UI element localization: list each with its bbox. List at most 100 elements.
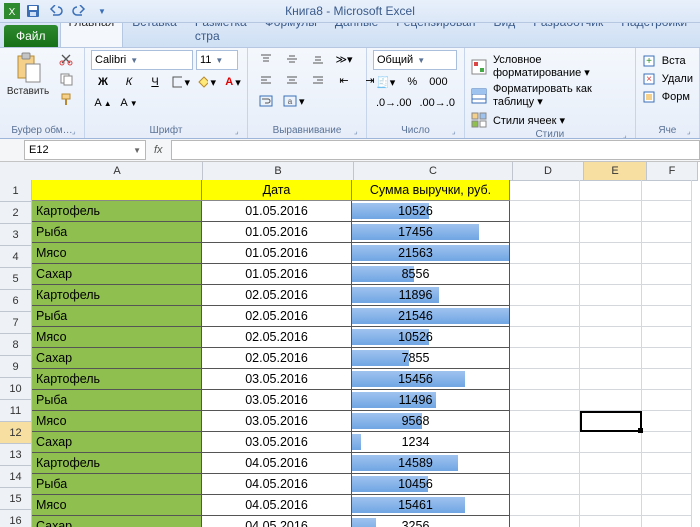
fx-icon[interactable]: fx (146, 144, 171, 156)
cell-D5[interactable] (510, 264, 580, 285)
cell-D11[interactable] (510, 390, 580, 411)
cell-F14[interactable] (642, 453, 692, 474)
align-center-button[interactable] (280, 71, 304, 89)
cell-D10[interactable] (510, 369, 580, 390)
copy-button[interactable] (54, 70, 78, 88)
cell-D9[interactable] (510, 348, 580, 369)
cell-E12[interactable] (580, 411, 642, 432)
col-header-B[interactable]: B (203, 162, 354, 181)
cell-C13[interactable]: 1234 (352, 432, 510, 453)
row-header-10[interactable]: 10 (0, 378, 32, 400)
comma-format-button[interactable]: 000 (426, 73, 450, 91)
col-header-E[interactable]: E (584, 162, 647, 181)
cell-E11[interactable] (580, 390, 642, 411)
row-header-9[interactable]: 9 (0, 356, 32, 378)
font-name-combo[interactable]: Calibri▼ (91, 50, 193, 70)
tab-file[interactable]: Файл (4, 25, 58, 47)
number-format-combo[interactable]: Общий▼ (373, 50, 457, 70)
cell-F11[interactable] (642, 390, 692, 411)
row-header-4[interactable]: 4 (0, 246, 32, 268)
qat-customize-button[interactable]: ▼ (92, 2, 112, 20)
cell-B7[interactable]: 02.05.2016 (202, 306, 352, 327)
merge-cells-button[interactable]: a▾ (280, 92, 308, 110)
cell-F7[interactable] (642, 306, 692, 327)
cell-B16[interactable]: 04.05.2016 (202, 495, 352, 516)
accounting-format-button[interactable]: 🧾▾ (373, 73, 398, 91)
align-top-button[interactable] (254, 50, 278, 68)
cell-C1[interactable]: Сумма выручки, руб. (352, 180, 510, 201)
insert-cells-button[interactable]: +Вста (642, 54, 693, 68)
row-header-8[interactable]: 8 (0, 334, 32, 356)
cell-F1[interactable] (642, 180, 692, 201)
row-header-15[interactable]: 15 (0, 488, 32, 510)
cell-C2[interactable]: 10526 (352, 201, 510, 222)
fill-color-button[interactable]: ▾ (195, 73, 219, 91)
format-painter-button[interactable] (54, 90, 78, 108)
cell-F8[interactable] (642, 327, 692, 348)
cell-B2[interactable]: 01.05.2016 (202, 201, 352, 222)
cell-E4[interactable] (580, 243, 642, 264)
cell-D13[interactable] (510, 432, 580, 453)
cell-B12[interactable]: 03.05.2016 (202, 411, 352, 432)
cell-C6[interactable]: 11896 (352, 285, 510, 306)
conditional-formatting-button[interactable]: Условное форматирование ▾ (471, 54, 629, 79)
cell-A13[interactable]: Сахар (32, 432, 202, 453)
cell-C14[interactable]: 14589 (352, 453, 510, 474)
cell-E17[interactable] (580, 516, 642, 527)
cell-A17[interactable]: Сахар (32, 516, 202, 527)
cell-D6[interactable] (510, 285, 580, 306)
cell-B6[interactable]: 02.05.2016 (202, 285, 352, 306)
cell-E15[interactable] (580, 474, 642, 495)
cell-C17[interactable]: 3256 (352, 516, 510, 527)
save-button[interactable] (23, 2, 43, 20)
cells-area[interactable]: ДатаСумма выручки, руб.Картофель01.05.20… (32, 180, 700, 527)
cell-A7[interactable]: Рыба (32, 306, 202, 327)
row-header-12[interactable]: 12 (0, 422, 32, 444)
cell-B14[interactable]: 04.05.2016 (202, 453, 352, 474)
cell-C7[interactable]: 21546 (352, 306, 510, 327)
undo-button[interactable] (46, 2, 66, 20)
row-header-6[interactable]: 6 (0, 290, 32, 312)
align-left-button[interactable] (254, 71, 278, 89)
cell-B11[interactable]: 03.05.2016 (202, 390, 352, 411)
row-header-2[interactable]: 2 (0, 202, 32, 224)
cell-D4[interactable] (510, 243, 580, 264)
cell-A9[interactable]: Сахар (32, 348, 202, 369)
align-middle-button[interactable] (280, 50, 304, 68)
cell-D2[interactable] (510, 201, 580, 222)
row-header-5[interactable]: 5 (0, 268, 32, 290)
cell-B4[interactable]: 01.05.2016 (202, 243, 352, 264)
col-header-F[interactable]: F (647, 162, 698, 181)
cell-C4[interactable]: 21563 (352, 243, 510, 264)
cell-E5[interactable] (580, 264, 642, 285)
align-bottom-button[interactable] (306, 50, 330, 68)
delete-cells-button[interactable]: ×Удали (642, 72, 693, 86)
decrease-indent-button[interactable]: ⇤ (332, 71, 356, 89)
cell-E10[interactable] (580, 369, 642, 390)
format-as-table-button[interactable]: Форматировать как таблицу ▾ (471, 83, 629, 108)
cell-A16[interactable]: Мясо (32, 495, 202, 516)
cell-E16[interactable] (580, 495, 642, 516)
cell-A2[interactable]: Картофель (32, 201, 202, 222)
cell-A5[interactable]: Сахар (32, 264, 202, 285)
cell-F9[interactable] (642, 348, 692, 369)
cell-C15[interactable]: 10456 (352, 474, 510, 495)
cell-F15[interactable] (642, 474, 692, 495)
cell-D3[interactable] (510, 222, 580, 243)
cell-B17[interactable]: 04.05.2016 (202, 516, 352, 527)
cell-E7[interactable] (580, 306, 642, 327)
cell-C10[interactable]: 15456 (352, 369, 510, 390)
cell-E14[interactable] (580, 453, 642, 474)
cell-C8[interactable]: 10526 (352, 327, 510, 348)
cell-B15[interactable]: 04.05.2016 (202, 474, 352, 495)
row-header-11[interactable]: 11 (0, 400, 32, 422)
cell-C9[interactable]: 7855 (352, 348, 510, 369)
underline-button[interactable]: Ч (143, 73, 167, 91)
cell-C5[interactable]: 8556 (352, 264, 510, 285)
cell-D14[interactable] (510, 453, 580, 474)
cell-D1[interactable] (510, 180, 580, 201)
cell-C16[interactable]: 15461 (352, 495, 510, 516)
cell-A11[interactable]: Рыба (32, 390, 202, 411)
shrink-font-button[interactable]: A▼ (117, 94, 141, 112)
decrease-decimal-button[interactable]: .00→.0 (416, 94, 457, 112)
